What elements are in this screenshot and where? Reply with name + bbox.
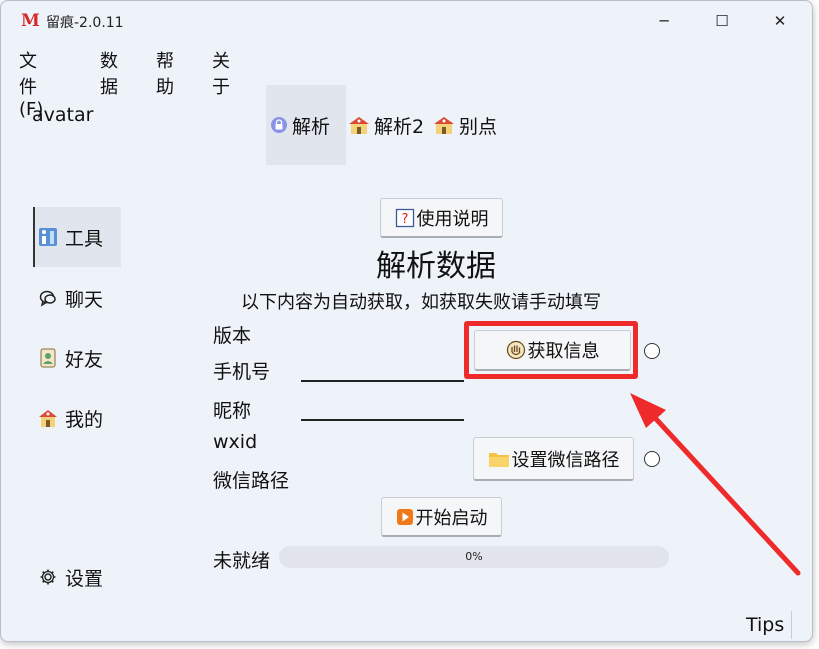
annotation-arrow <box>630 393 801 576</box>
